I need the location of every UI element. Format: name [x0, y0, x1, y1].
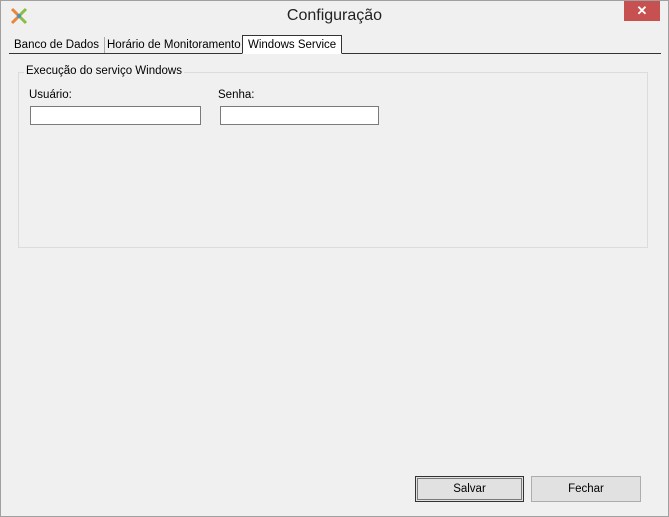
window-title: Configuração: [286, 7, 383, 24]
close-button[interactable]: Fechar: [531, 476, 641, 502]
tab-strip: Banco de Dados Horário de Monitoramento …: [9, 35, 661, 54]
tab-page-windows-service: Execução do serviço Windows Usuário: Sen…: [10, 54, 660, 498]
service-execution-group: Execução do serviço Windows Usuário: Sen…: [18, 65, 648, 248]
close-window-button[interactable]: ✕: [624, 1, 660, 21]
group-title: Execução do serviço Windows: [24, 65, 184, 77]
user-input[interactable]: [30, 106, 201, 125]
config-window: Configuração ✕ Banco de Dados Horário de…: [0, 0, 669, 517]
password-label: Senha:: [218, 89, 255, 101]
tab-horario-monitoramento[interactable]: Horário de Monitoramento: [102, 37, 246, 54]
user-label: Usuário:: [29, 89, 72, 101]
password-input[interactable]: [220, 106, 379, 125]
save-button[interactable]: Salvar: [415, 476, 524, 502]
tab-windows-service[interactable]: Windows Service: [242, 35, 343, 54]
tab-banco-de-dados[interactable]: Banco de Dados: [9, 37, 106, 54]
titlebar[interactable]: Configuração ✕: [1, 1, 668, 32]
